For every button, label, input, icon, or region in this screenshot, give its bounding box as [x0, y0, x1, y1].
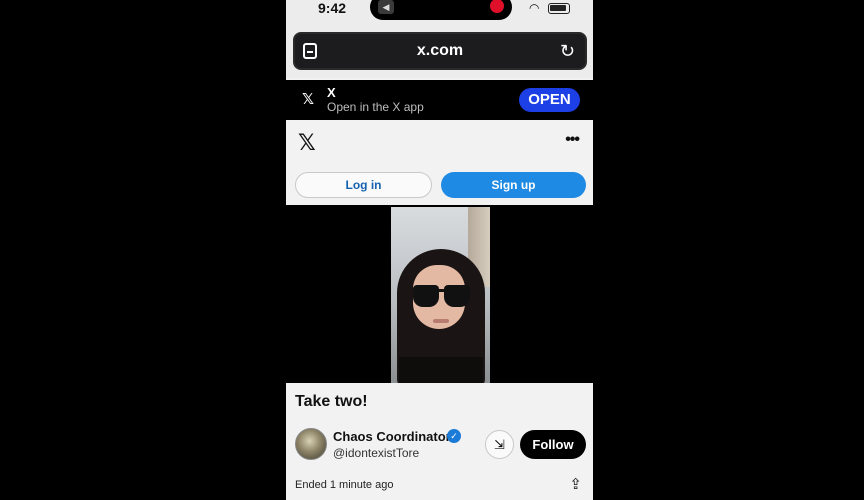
x-logo-icon[interactable]: 𝕏	[298, 130, 316, 156]
verified-badge-icon: ✓	[447, 429, 461, 443]
status-bar: 9:42 ◀ ◠	[286, 0, 593, 22]
video-person-mouth	[433, 319, 449, 323]
battery-icon	[548, 3, 570, 14]
follow-button[interactable]: Follow	[520, 430, 586, 459]
share-post-button[interactable]: ⇲	[485, 430, 514, 459]
speaker-icon: ◀	[378, 0, 394, 14]
more-icon[interactable]: •••	[565, 131, 580, 149]
app-banner: 𝕏 X Open in the X app OPEN	[286, 80, 593, 120]
dynamic-island: ◀	[370, 0, 512, 20]
banner-subtitle: Open in the X app	[327, 100, 424, 114]
record-indicator-icon	[490, 0, 504, 13]
post-text: Take two!	[295, 393, 368, 410]
open-app-button[interactable]: OPEN	[519, 88, 580, 112]
wifi-icon: ◠	[529, 1, 540, 15]
auth-row: Log in Sign up	[286, 165, 593, 205]
banner-title: X	[327, 85, 336, 100]
url-bar[interactable]: x.com ↻	[293, 32, 587, 70]
video-frame	[391, 207, 490, 383]
author-name[interactable]: Chaos Coordinator	[333, 429, 451, 444]
x-header: 𝕏 •••	[286, 120, 593, 165]
login-button[interactable]: Log in	[295, 172, 432, 198]
right-lens	[444, 285, 470, 307]
reload-icon[interactable]: ↻	[560, 41, 575, 62]
x-logo-icon: 𝕏	[302, 91, 315, 108]
signup-button[interactable]: Sign up	[441, 172, 586, 198]
post: Take two! Chaos Coordinator ✓ @idontexis…	[286, 383, 593, 500]
video-player[interactable]	[286, 205, 593, 383]
sunglasses	[413, 285, 471, 307]
phone-screen: 9:42 ◀ ◠ x.com ↻ 𝕏 X Open in the X app O…	[286, 0, 593, 500]
upload-icon[interactable]: ⇪	[569, 475, 582, 493]
video-person-top	[399, 357, 483, 383]
url-text[interactable]: x.com	[295, 42, 585, 60]
browser-toolbar: x.com ↻	[286, 22, 593, 78]
status-time: 9:42	[318, 0, 347, 16]
author-handle[interactable]: @idontexistTore	[333, 446, 419, 460]
avatar[interactable]	[295, 428, 327, 460]
post-meta: Ended 1 minute ago	[295, 479, 394, 491]
left-lens	[413, 285, 439, 307]
